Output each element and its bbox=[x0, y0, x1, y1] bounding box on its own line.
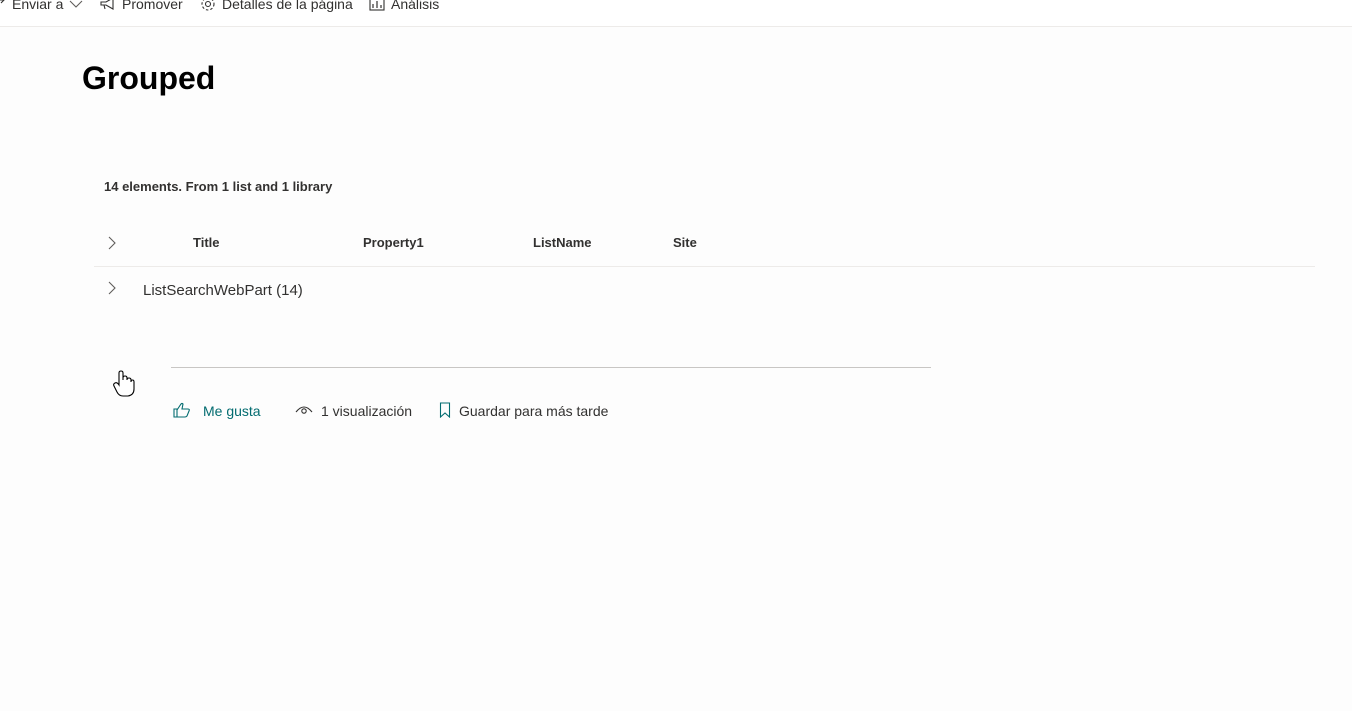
save-label: Guardar para más tarde bbox=[459, 403, 609, 419]
save-for-later-button[interactable]: Guardar para más tarde bbox=[439, 401, 608, 421]
analytics-button[interactable]: Análisis bbox=[369, 0, 439, 14]
promote-label: Promover bbox=[122, 0, 183, 12]
column-header-site[interactable]: Site bbox=[673, 235, 697, 250]
thumbs-up-icon bbox=[173, 402, 191, 421]
views-label: 1 visualización bbox=[321, 403, 413, 419]
megaphone-icon bbox=[100, 0, 116, 11]
group-label[interactable]: ListSearchWebPart (14) bbox=[143, 282, 303, 299]
page-title: Grouped bbox=[82, 60, 216, 96]
column-header-property1[interactable]: Property1 bbox=[363, 235, 424, 250]
expand-group-button[interactable] bbox=[102, 280, 122, 300]
share-icon bbox=[0, 0, 6, 11]
promote-button[interactable]: Promover bbox=[100, 0, 183, 14]
like-button[interactable]: Me gusta bbox=[173, 401, 261, 421]
list-header: Title Property1 ListName Site bbox=[94, 226, 1315, 267]
chart-icon bbox=[369, 0, 385, 11]
send-to-label: Enviar a bbox=[12, 0, 64, 12]
analytics-label: Análisis bbox=[391, 0, 440, 12]
divider bbox=[171, 367, 931, 368]
like-label: Me gusta bbox=[203, 403, 261, 419]
views-count: 1 visualización bbox=[295, 401, 412, 421]
expand-all-button[interactable] bbox=[102, 235, 122, 255]
hand-pointer-icon bbox=[113, 370, 135, 398]
page-details-label: Detalles de la página bbox=[222, 0, 353, 12]
column-header-listname[interactable]: ListName bbox=[533, 235, 592, 250]
column-header-title[interactable]: Title bbox=[193, 235, 220, 250]
chevron-right-icon bbox=[107, 281, 117, 300]
chevron-right-icon bbox=[107, 236, 117, 255]
send-to-button[interactable]: Enviar a bbox=[0, 0, 83, 14]
eye-icon bbox=[295, 403, 313, 419]
gear-icon bbox=[200, 0, 216, 12]
results-summary: 14 elements. From 1 list and 1 library bbox=[104, 179, 333, 194]
chevron-down-icon bbox=[69, 0, 83, 9]
bookmark-icon bbox=[439, 401, 451, 421]
page-details-button[interactable]: Detalles de la página bbox=[200, 0, 353, 14]
group-row: ListSearchWebPart (14) bbox=[94, 276, 1315, 306]
command-bar: Enviar a Promover Detalles de la página … bbox=[0, 0, 1352, 27]
